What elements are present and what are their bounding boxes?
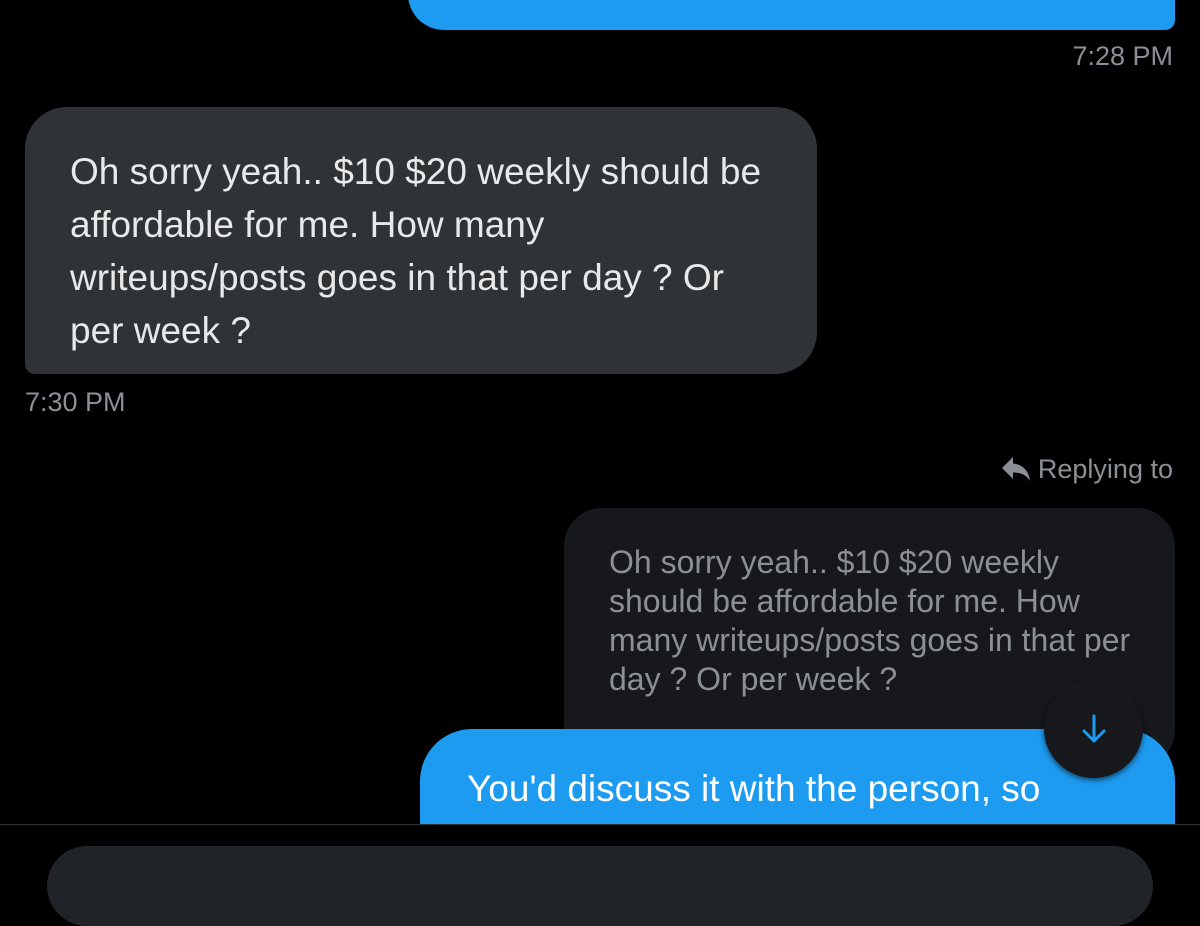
sent-message-text: You'd discuss it with the person, so — [467, 768, 1041, 809]
replying-to-label: Replying to — [1000, 452, 1173, 486]
quoted-message-text: Oh sorry yeah.. $10 $20 weekly should be… — [609, 544, 1131, 697]
received-message-text: Oh sorry yeah.. $10 $20 weekly should be… — [70, 151, 762, 351]
message-composer-input[interactable] — [47, 846, 1153, 926]
arrow-down-icon — [1077, 712, 1111, 746]
received-message-bubble[interactable]: Oh sorry yeah.. $10 $20 weekly should be… — [25, 107, 817, 374]
replying-to-text: Replying to — [1037, 454, 1173, 484]
reply-arrow-icon — [1000, 455, 1032, 483]
sent-message-bubble[interactable] — [408, 0, 1175, 30]
message-thread: 7:28 PM Oh sorry yeah.. $10 $20 weekly s… — [0, 0, 1200, 824]
scroll-to-bottom-button[interactable] — [1044, 679, 1143, 778]
message-timestamp: 7:28 PM — [1072, 41, 1173, 71]
message-timestamp: 7:30 PM — [25, 387, 126, 417]
